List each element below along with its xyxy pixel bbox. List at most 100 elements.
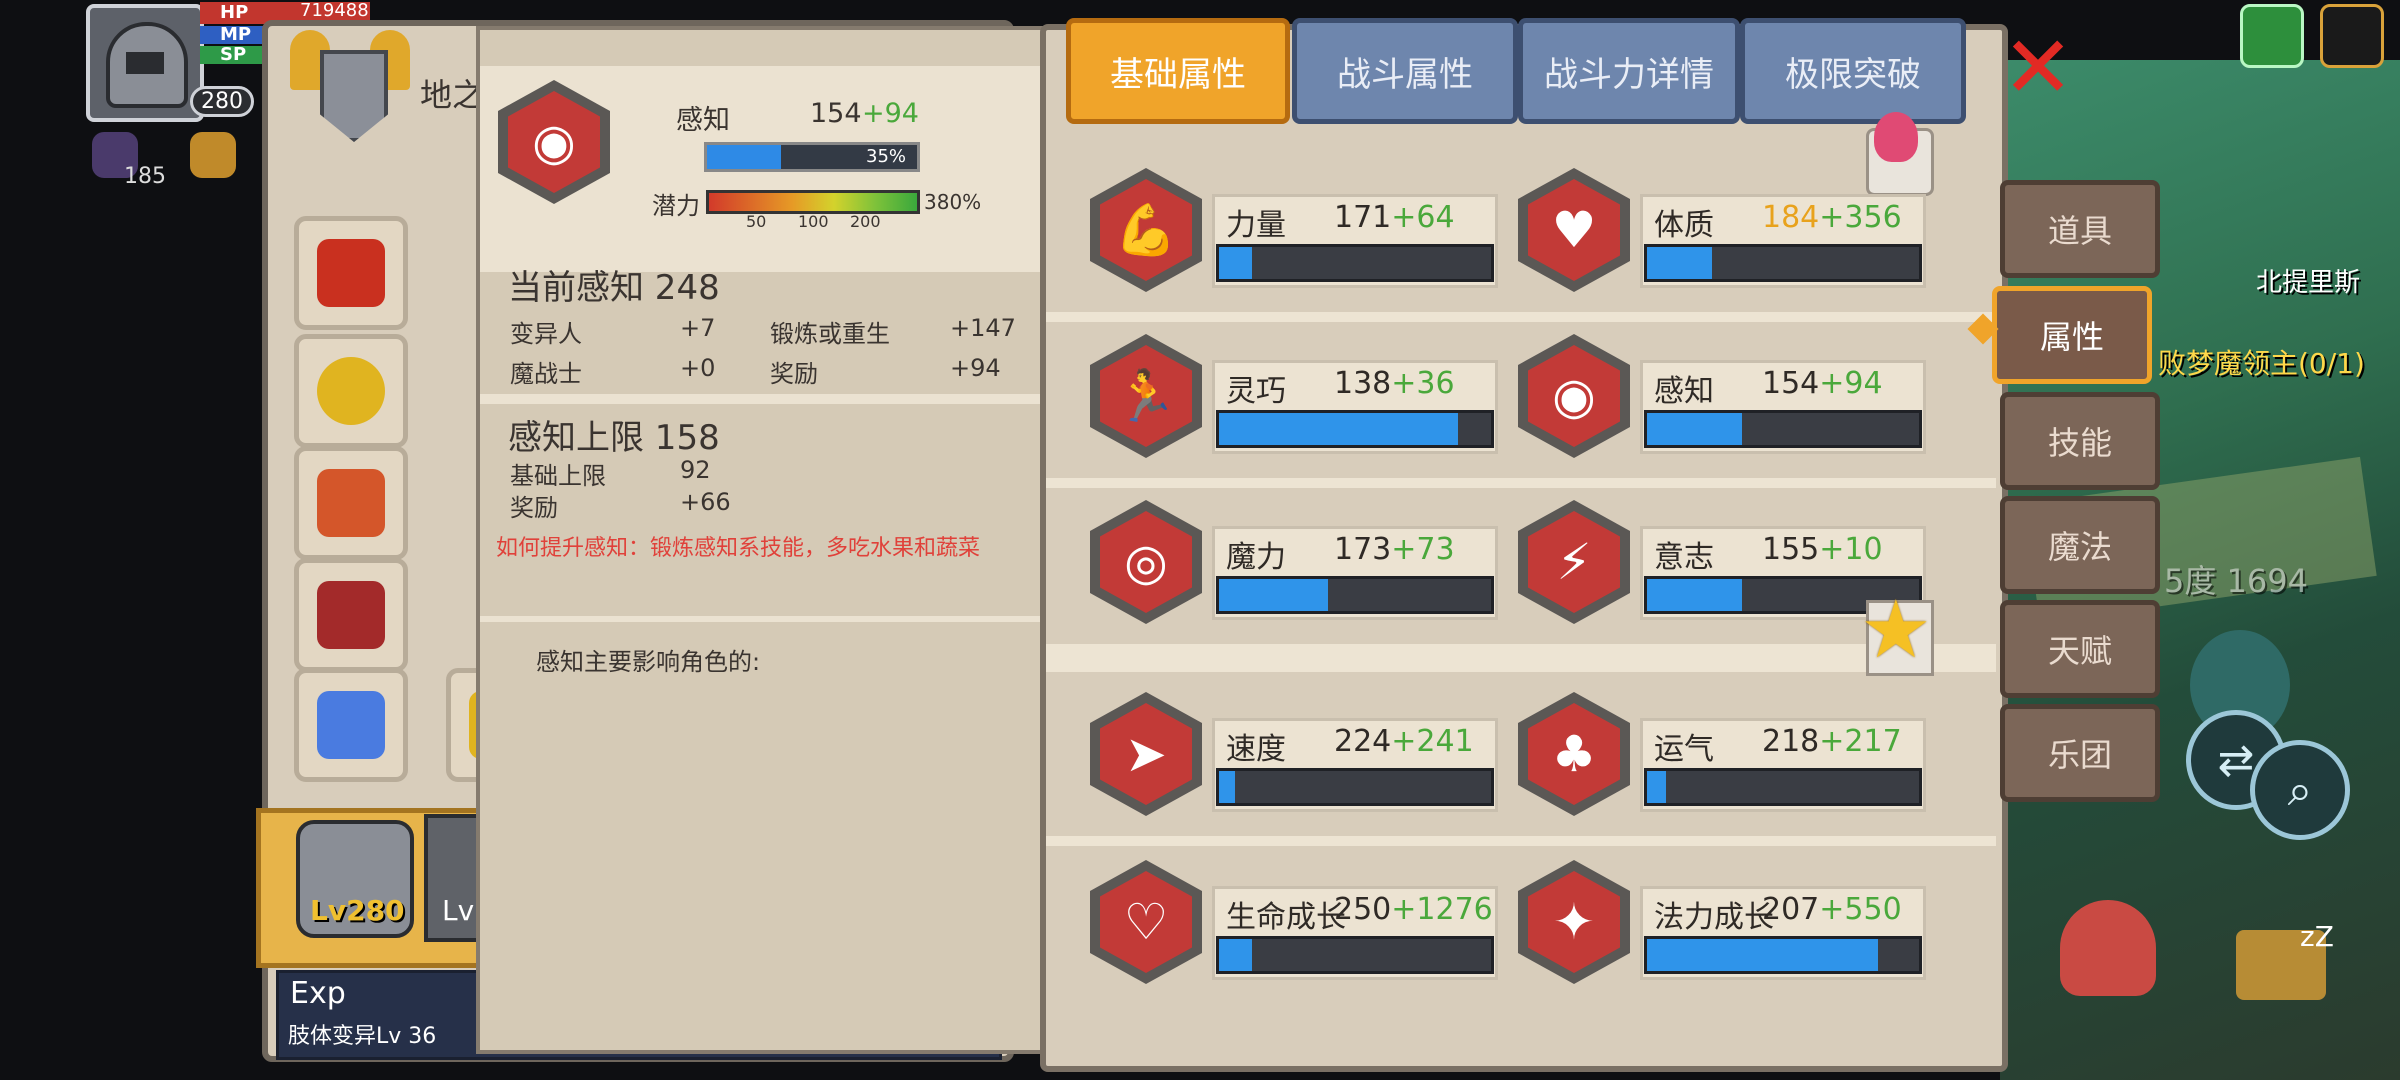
row-divider	[1046, 478, 1996, 488]
rocket-pack-icon	[317, 469, 385, 537]
stat-base: 155	[1762, 532, 1820, 567]
current-perception-title: 当前感知 248	[508, 268, 720, 308]
row-reward-label: 奖励	[770, 360, 818, 388]
stat-base: 154	[1762, 366, 1820, 401]
stat-name: 力量	[1226, 208, 1286, 243]
detail-percent-text: 35%	[866, 146, 907, 167]
stat-bonus: +241	[1391, 724, 1474, 759]
row-divider	[1046, 312, 1996, 322]
row-training-value: +147	[950, 314, 1016, 342]
stat-bonus: +1276	[1391, 892, 1493, 927]
stat-progress-fill	[1219, 413, 1459, 445]
map-power-label: 5度 1694	[2164, 562, 2308, 600]
equip-slot-armor[interactable]	[294, 558, 408, 672]
detail-stat-base: 154	[810, 98, 862, 129]
potential-tick-200: 200	[850, 212, 881, 231]
stat-base: 224	[1334, 724, 1392, 759]
row-training-label: 锻炼或重生	[770, 320, 890, 348]
stat-progress-fill	[1219, 247, 1252, 279]
row-divider	[1046, 836, 1996, 846]
stat-progress-fill	[1647, 579, 1743, 611]
perception-cap-title: 感知上限 158	[508, 418, 720, 458]
stat-progress-fill	[1219, 579, 1328, 611]
mp-growth-icon-glyph: ✦	[1553, 893, 1595, 951]
stat-name: 速度	[1226, 732, 1286, 767]
tab-power-details[interactable]: 战斗力详情	[1518, 18, 1740, 124]
hp-growth-icon-glyph: ♡	[1123, 893, 1169, 951]
tab-limit-break[interactable]: 极限突破	[1740, 18, 1966, 124]
stat-base: 184	[1762, 200, 1820, 235]
stat-value: 218+217	[1762, 724, 1902, 759]
stat-name: 感知	[1654, 374, 1714, 409]
gold-coin-icon[interactable]	[190, 132, 236, 178]
stat-progress-bar	[1216, 576, 1494, 614]
stat-bonus: +10	[1819, 532, 1883, 567]
stat-name: 法力成长	[1654, 900, 1774, 935]
stat-name: 体质	[1654, 208, 1714, 243]
stat-value: 154+94	[1762, 366, 1883, 401]
crystal-ring-icon	[317, 691, 385, 759]
hp-value: 719488	[300, 0, 369, 21]
stat-base: 138	[1334, 366, 1392, 401]
tab-basic-attributes[interactable]: 基础属性	[1066, 18, 1290, 124]
dragon-helm-icon	[317, 239, 385, 307]
speed-icon-glyph: ➤	[1125, 725, 1167, 783]
row-mutant-label: 变异人	[510, 320, 582, 348]
equip-slot-backpack[interactable]	[294, 446, 408, 560]
stat-name: 意志	[1654, 540, 1714, 575]
stat-bonus: +73	[1391, 532, 1455, 567]
row-mage-warrior-value: +0	[680, 354, 716, 382]
stat-value: 173+73	[1334, 532, 1455, 567]
network-icon[interactable]	[2240, 4, 2304, 68]
tab-combat-attributes[interactable]: 战斗属性	[1292, 18, 1518, 124]
star-icon: ★	[1860, 583, 1932, 676]
knight-helmet-icon	[106, 22, 188, 108]
row-divider	[1046, 644, 1996, 672]
menu-talents[interactable]: 天赋	[2000, 600, 2160, 698]
equip-slot-amulet[interactable]	[294, 334, 408, 448]
map-location-label: 北提里斯	[2256, 268, 2361, 298]
stat-name: 魔力	[1226, 540, 1286, 575]
cap-base-label: 基础上限	[510, 462, 606, 490]
menu-magic[interactable]: 魔法	[2000, 496, 2160, 594]
stat-name: 生命成长	[1226, 900, 1346, 935]
row-mutant-value: +7	[680, 314, 716, 342]
menu-skills[interactable]: 技能	[2000, 392, 2160, 490]
potential-tick-50: 50	[746, 212, 767, 231]
stat-value: 207+550	[1762, 892, 1902, 927]
stat-progress-bar	[1216, 244, 1494, 282]
zoom-icon[interactable]: ⌕	[2250, 740, 2350, 840]
stat-progress-bar	[1644, 244, 1922, 282]
row-reward-value: +94	[950, 354, 1001, 382]
stat-bonus: +356	[1819, 200, 1902, 235]
stat-progress-fill	[1647, 939, 1879, 971]
close-icon[interactable]: ✕	[2000, 25, 2076, 111]
cap-reward-value: +66	[680, 488, 731, 516]
map-quest-label: 败梦魔领主(0/1)	[2158, 347, 2365, 380]
menu-items[interactable]: 道具	[2000, 180, 2160, 278]
exit-icon[interactable]	[2320, 4, 2384, 68]
player-avatar[interactable]	[86, 4, 204, 122]
magic-power-icon-glyph: ◎	[1124, 533, 1168, 591]
menu-band[interactable]: 乐团	[2000, 704, 2160, 802]
guild-crest-icon	[290, 30, 410, 142]
stat-base: 207	[1762, 892, 1820, 927]
stat-progress-fill	[1647, 413, 1743, 445]
will-icon-glyph: ⚡	[1556, 533, 1592, 591]
stat-progress-bar	[1216, 936, 1494, 974]
stat-bonus: +217	[1819, 724, 1902, 759]
potential-bar	[706, 190, 920, 214]
stat-base: 218	[1762, 724, 1820, 759]
party-member-2-level: Lv	[442, 894, 475, 927]
meat-icon[interactable]	[2060, 900, 2156, 996]
equip-slot-helm[interactable]	[294, 216, 408, 330]
equip-slot-ring[interactable]	[294, 668, 408, 782]
cap-reward-label: 奖励	[510, 494, 558, 522]
cap-base-value: 92	[680, 456, 711, 484]
potential-label: 潜力	[652, 192, 700, 220]
stat-progress-fill	[1647, 247, 1713, 279]
amulet-icon	[317, 357, 385, 425]
stat-bonus: +94	[1819, 366, 1883, 401]
menu-attributes[interactable]: 属性	[1992, 286, 2152, 384]
detail-percent-fill	[707, 145, 781, 169]
